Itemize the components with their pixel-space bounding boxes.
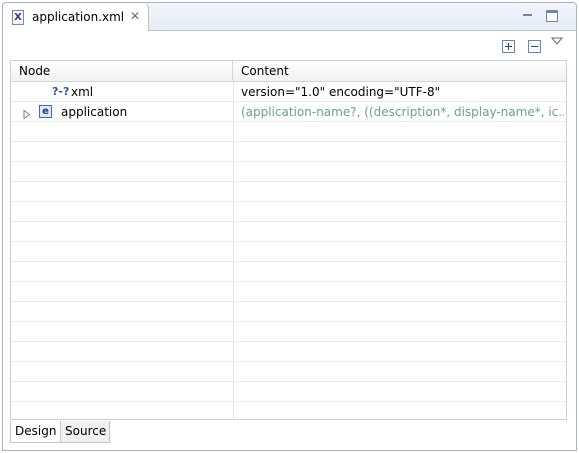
- table-row: [11, 222, 566, 242]
- table-row: [11, 282, 566, 302]
- expand-all-icon[interactable]: [502, 40, 515, 53]
- maximize-icon[interactable]: [546, 10, 558, 22]
- table-row: [11, 182, 566, 202]
- table-row: [11, 322, 566, 342]
- table-row: [11, 122, 566, 142]
- table-row-xml[interactable]: ?-? xml version="1.0" encoding="UTF-8": [11, 82, 566, 102]
- table-row: [11, 242, 566, 262]
- table-row: [11, 402, 566, 419]
- column-header-content[interactable]: Content: [233, 61, 566, 82]
- minimize-icon[interactable]: [522, 10, 534, 22]
- content-cell: (application-name?, ((description*, disp…: [241, 105, 564, 119]
- table-row: [11, 142, 566, 162]
- table-row: [11, 342, 566, 362]
- collapse-all-icon[interactable]: [528, 40, 541, 53]
- xml-file-icon: X: [12, 10, 24, 25]
- expand-triangle-icon[interactable]: [23, 108, 31, 120]
- table-row-application[interactable]: e application (application-name?, ((desc…: [11, 102, 566, 122]
- editor-tab-bar: X application.xml ✕: [3, 3, 576, 31]
- table-row: [11, 382, 566, 402]
- tab-source[interactable]: Source: [60, 421, 110, 443]
- element-icon: e: [39, 105, 52, 118]
- table-row: [11, 162, 566, 182]
- processing-instruction-icon: ?-?: [52, 85, 70, 98]
- table-row: [11, 202, 566, 222]
- table-row: [11, 262, 566, 282]
- table-rows: ?-? xml version="1.0" encoding="UTF-8" e…: [11, 82, 566, 419]
- node-label: application: [61, 105, 128, 119]
- node-cell: ?-? xml: [11, 82, 233, 102]
- table-row: [11, 302, 566, 322]
- node-label: xml: [71, 85, 94, 99]
- xml-tree-table[interactable]: Node Content ?-? xml version="1.0" encod…: [10, 60, 567, 420]
- table-header: Node Content: [11, 61, 566, 82]
- column-header-node[interactable]: Node: [11, 61, 233, 82]
- tab-design[interactable]: Design: [10, 421, 60, 443]
- editor-tab-application-xml[interactable]: X application.xml ✕: [3, 3, 149, 31]
- content-cell: version="1.0" encoding="UTF-8": [241, 85, 441, 99]
- editor-tab-title: application.xml: [32, 10, 125, 24]
- editor-page-tabs: Design Source: [10, 421, 210, 443]
- view-menu-chevron-down-icon[interactable]: [551, 37, 563, 47]
- close-icon[interactable]: ✕: [128, 9, 142, 23]
- table-row: [11, 362, 566, 382]
- node-cell: e application: [11, 102, 233, 122]
- xml-editor-window: X application.xml ✕ Node Content ?-? xml…: [2, 2, 577, 451]
